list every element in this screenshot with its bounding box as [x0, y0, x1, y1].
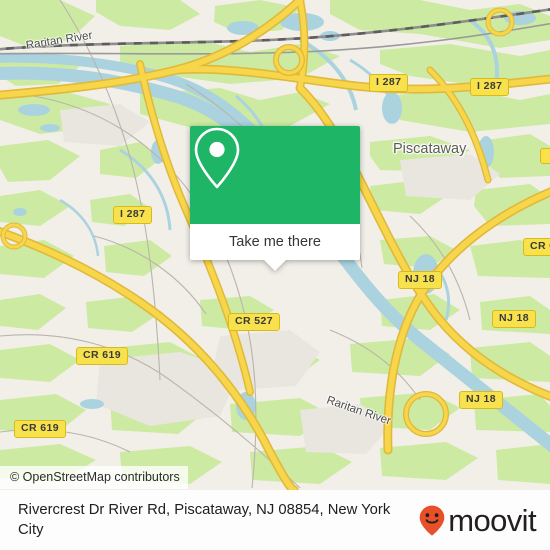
shield-right-edge-clip[interactable]: [540, 148, 550, 164]
address-text: Rivercrest Dr River Rd, Piscataway, NJ 0…: [18, 502, 391, 538]
shield-nj18-mid[interactable]: NJ 18: [492, 310, 537, 328]
map-canvas[interactable]: Piscataway Raritan River Raritan River I…: [0, 0, 550, 490]
moovit-pin-icon: [419, 505, 445, 536]
map-pin-icon: [194, 127, 240, 189]
shield-i287-top-left[interactable]: I 287: [369, 74, 409, 92]
shield-cr527[interactable]: CR 527: [228, 313, 281, 331]
osm-attribution[interactable]: © OpenStreetMap contributors: [0, 466, 188, 489]
location-popup[interactable]: Take me there: [190, 126, 360, 271]
shield-i287-left[interactable]: I 287: [113, 206, 153, 224]
shield-i287-top-right[interactable]: I 287: [470, 78, 510, 96]
shield-cr619-bottom-left[interactable]: CR 619: [14, 420, 67, 438]
moovit-logo[interactable]: moovit: [419, 502, 537, 538]
shield-nj18-lower[interactable]: NJ 18: [459, 391, 504, 409]
moovit-wordmark: moovit: [448, 502, 536, 538]
shield-cr-right-edge[interactable]: CR 6: [523, 238, 550, 256]
shield-cr619-mid-left[interactable]: CR 619: [76, 347, 129, 365]
footer-bar: Rivercrest Dr River Rd, Piscataway, NJ 0…: [0, 490, 550, 550]
take-me-there-button[interactable]: Take me there: [190, 224, 360, 260]
popup-tail: [264, 260, 286, 271]
shield-nj18-upper[interactable]: NJ 18: [398, 271, 443, 289]
moovit-map-card: Piscataway Raritan River Raritan River I…: [0, 0, 550, 550]
popup-header: [190, 126, 360, 224]
place-label-piscataway: Piscataway: [393, 141, 467, 157]
